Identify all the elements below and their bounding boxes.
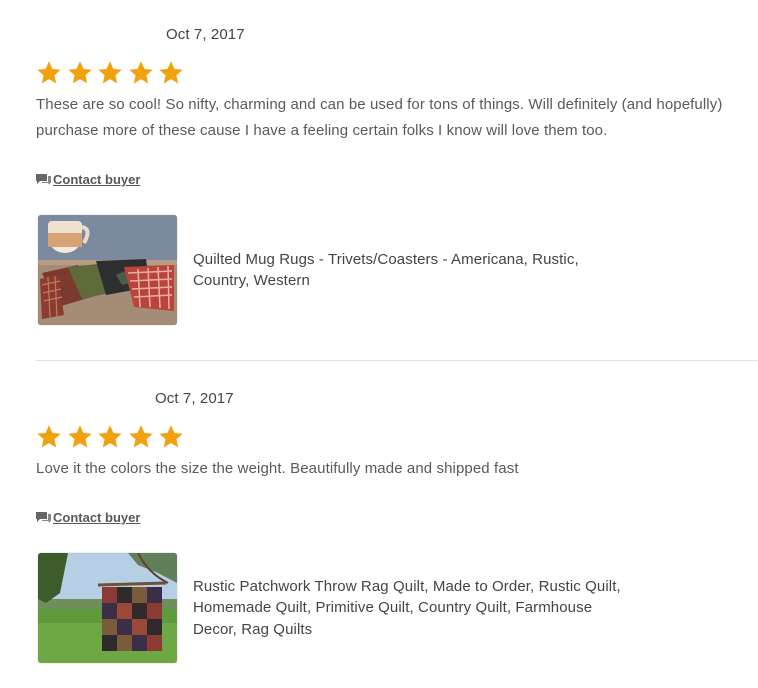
message-icon bbox=[36, 173, 51, 186]
contact-buyer-link[interactable]: Contact buyer bbox=[36, 172, 140, 187]
review-text: These are so cool! So nifty, charming an… bbox=[36, 96, 723, 139]
review-text: Love it the colors the size the weight. … bbox=[36, 460, 519, 477]
listing-title[interactable]: Quilted Mug Rugs - Trivets/Coasters - Am… bbox=[193, 249, 623, 292]
contact-buyer-label[interactable]: Contact buyer bbox=[53, 172, 140, 187]
review-card: Oct 7, 2017 These are so cool! So nifty,… bbox=[0, 0, 758, 360]
star-icon bbox=[158, 424, 184, 450]
star-icon bbox=[67, 424, 93, 450]
star-icon bbox=[158, 60, 184, 86]
listing-title[interactable]: Rustic Patchwork Throw Rag Quilt, Made t… bbox=[193, 576, 623, 641]
divider bbox=[36, 360, 758, 361]
star-icon bbox=[128, 60, 154, 86]
review-card: Oct 7, 2017 Love it the colors the size … bbox=[0, 362, 758, 688]
listing-thumbnail[interactable] bbox=[38, 553, 177, 663]
contact-buyer-link[interactable]: Contact buyer bbox=[36, 510, 140, 525]
star-icon bbox=[97, 60, 123, 86]
star-icon bbox=[97, 424, 123, 450]
review-date: Oct 7, 2017 bbox=[155, 390, 234, 407]
contact-buyer-label[interactable]: Contact buyer bbox=[53, 510, 140, 525]
listing-link[interactable]: Rustic Patchwork Throw Rag Quilt, Made t… bbox=[38, 553, 623, 663]
listing-link[interactable]: Quilted Mug Rugs - Trivets/Coasters - Am… bbox=[38, 215, 623, 325]
star-icon bbox=[36, 424, 62, 450]
star-icon bbox=[67, 60, 93, 86]
star-rating bbox=[36, 60, 189, 86]
review-date: Oct 7, 2017 bbox=[166, 26, 245, 43]
star-icon bbox=[36, 60, 62, 86]
listing-thumbnail[interactable] bbox=[38, 215, 177, 325]
message-icon bbox=[36, 511, 51, 524]
star-icon bbox=[128, 424, 154, 450]
star-rating bbox=[36, 424, 189, 450]
